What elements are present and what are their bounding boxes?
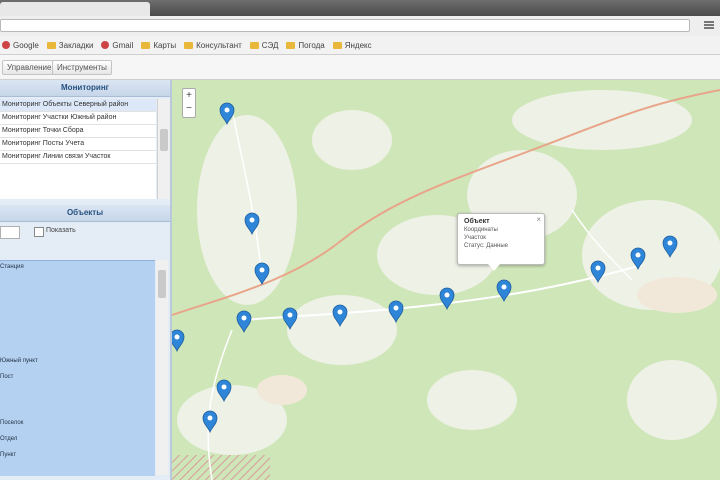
- filter-label: Показать: [46, 227, 76, 234]
- bookmark-folder[interactable]: Консультант: [184, 41, 242, 50]
- popup-line: Статус: Данные: [464, 243, 508, 249]
- map-canvas[interactable]: [172, 80, 720, 480]
- bookmark-folder[interactable]: Закладки: [46, 41, 93, 50]
- zoom-control: + −: [182, 88, 196, 118]
- map-popup: × Объект Координаты Участок Статус: Данн…: [457, 213, 545, 271]
- layer-item[interactable]: Мониторинг Участки Южный район: [0, 112, 156, 125]
- app-toolbar: Управление Инструменты: [0, 55, 720, 80]
- layers-header: Мониторинг: [0, 80, 170, 97]
- folder-icon: [332, 41, 342, 49]
- objects-header: Объекты: [0, 205, 170, 222]
- bookmarks-bar: Google Закладки Gmail Карты Консультант …: [0, 36, 720, 55]
- zoom-in-icon[interactable]: +: [183, 89, 195, 102]
- left-panel: Мониторинг Мониторинг Объекты Северный р…: [0, 80, 172, 480]
- folder-icon: [249, 41, 259, 49]
- zoom-out-icon[interactable]: −: [183, 102, 195, 115]
- favicon-icon: [101, 41, 110, 49]
- objects-scrollbar[interactable]: [156, 260, 168, 475]
- objects-list: Станция Южный пункт Пост Поселок Отдел П…: [0, 260, 155, 476]
- popup-line: Участок: [464, 235, 486, 241]
- bookmark-folder[interactable]: Погода: [286, 41, 325, 50]
- folder-icon: [184, 41, 194, 49]
- tools-button[interactable]: Инструменты: [52, 60, 112, 75]
- filter-row: Показать: [0, 222, 170, 242]
- folder-icon: [141, 41, 151, 49]
- url-field[interactable]: [0, 19, 690, 32]
- filter-input[interactable]: [0, 226, 20, 239]
- popup-line: Координаты: [464, 227, 498, 233]
- manage-button[interactable]: Управление: [2, 60, 57, 75]
- popup-title: Объект: [464, 218, 490, 225]
- favicon-icon: [2, 41, 10, 49]
- filter-checkbox[interactable]: [34, 227, 44, 237]
- menu-icon[interactable]: [704, 21, 714, 30]
- bookmark-gmail[interactable]: Gmail: [101, 41, 133, 50]
- address-bar: [0, 16, 720, 36]
- browser-tab[interactable]: [0, 2, 150, 16]
- bookmark-folder[interactable]: Карты: [141, 41, 176, 50]
- layers-scrollbar[interactable]: [157, 99, 170, 199]
- bookmark-folder[interactable]: СЭД: [249, 41, 278, 50]
- layer-item[interactable]: Мониторинг Линии связи Участок: [0, 151, 156, 164]
- list-item[interactable]: Пост: [0, 374, 13, 380]
- bookmark-google[interactable]: Google: [2, 41, 39, 50]
- list-item[interactable]: Пункт: [0, 452, 16, 458]
- list-item[interactable]: Станция: [0, 264, 24, 270]
- list-item[interactable]: Поселок: [0, 420, 23, 426]
- folder-icon: [286, 41, 296, 49]
- layer-item[interactable]: Мониторинг Объекты Северный район: [0, 99, 156, 112]
- list-item[interactable]: Отдел: [0, 436, 17, 442]
- map-view[interactable]: + − × Объект Координаты Участок Статус: …: [172, 80, 720, 480]
- layer-item[interactable]: Мониторинг Точки Сбора: [0, 125, 156, 138]
- bookmark-folder[interactable]: Яндекс: [332, 41, 372, 50]
- layers-list: Мониторинг Объекты Северный район Монито…: [0, 99, 170, 199]
- close-icon[interactable]: ×: [536, 215, 541, 224]
- list-item[interactable]: Южный пункт: [0, 358, 38, 364]
- layer-item[interactable]: Мониторинг Посты Учета: [0, 138, 156, 151]
- restricted-area: [172, 455, 270, 480]
- browser-tabstrip: [0, 0, 720, 16]
- folder-icon: [46, 41, 56, 49]
